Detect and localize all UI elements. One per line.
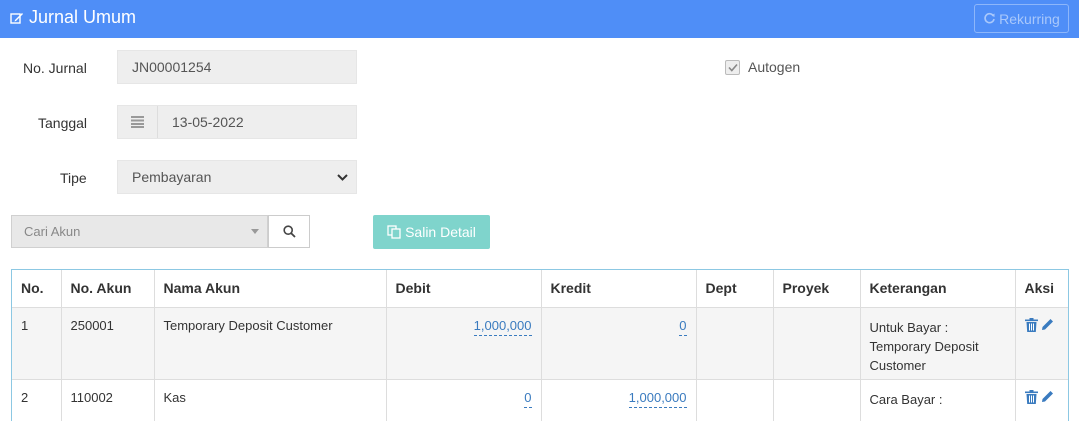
kredit-editable[interactable]: 0: [679, 318, 687, 336]
calendar-icon: [131, 116, 144, 128]
col-header-dept: Dept: [695, 270, 774, 308]
tipe-value: Pembayaran: [132, 169, 212, 185]
rekurring-label: Rekurring: [999, 10, 1060, 27]
cell-dept: [695, 306, 774, 380]
trash-icon[interactable]: [1024, 317, 1038, 332]
cell-nama-akun: Kas: [153, 378, 387, 421]
check-icon: [727, 63, 738, 72]
col-header-aksi: Aksi: [1014, 270, 1068, 308]
page-header: Jurnal Umum Rekurring: [0, 0, 1079, 38]
col-header-nama-akun: Nama Akun: [153, 270, 387, 308]
table-row: 2 110002 Kas 0 1,000,000 Cara Bayar :: [12, 378, 1068, 421]
cell-keterangan: Cara Bayar :: [859, 378, 1016, 421]
tanggal-value: 13-05-2022: [172, 114, 244, 130]
salin-detail-label: Salin Detail: [405, 224, 476, 240]
cell-aksi: [1014, 306, 1068, 380]
tanggal-label: Tanggal: [38, 115, 88, 131]
col-header-proyek: Proyek: [772, 270, 861, 308]
no-jurnal-value: JN00001254: [132, 59, 212, 75]
cell-keterangan: Untuk Bayar : Temporary Deposit Customer: [859, 306, 1016, 380]
cell-debit: 0: [385, 378, 542, 421]
rekurring-button[interactable]: Rekurring: [974, 4, 1069, 33]
col-header-debit: Debit: [385, 270, 542, 308]
cari-akun-select[interactable]: Cari Akun: [11, 215, 268, 248]
journal-table: No. No. Akun Nama Akun Debit Kredit Dept…: [11, 269, 1069, 421]
cell-dept: [695, 378, 774, 421]
cell-no-akun: 250001: [60, 306, 155, 380]
kredit-editable[interactable]: 1,000,000: [628, 390, 687, 408]
cell-no: 1: [12, 306, 62, 380]
debit-editable[interactable]: 0: [524, 390, 532, 408]
page-title: Jurnal Umum: [10, 7, 136, 28]
pencil-icon[interactable]: [1041, 390, 1054, 403]
pencil-icon[interactable]: [1041, 318, 1054, 331]
table-header-row: No. No. Akun Nama Akun Debit Kredit Dept…: [12, 270, 1068, 308]
cell-kredit: 0: [540, 306, 697, 380]
table-row: 1 250001 Temporary Deposit Customer 1,00…: [12, 306, 1068, 380]
autogen-checkbox-group[interactable]: Autogen: [725, 59, 800, 75]
autogen-label: Autogen: [748, 59, 801, 75]
cell-kredit: 1,000,000: [540, 378, 697, 421]
cell-proyek: [772, 378, 861, 421]
tipe-label: Tipe: [60, 170, 87, 186]
cell-aksi: [1014, 378, 1068, 421]
calendar-addon[interactable]: [118, 106, 158, 138]
cell-debit: 1,000,000: [385, 306, 542, 380]
col-header-kredit: Kredit: [540, 270, 697, 308]
salin-detail-button[interactable]: Salin Detail: [373, 215, 490, 249]
col-header-no: No.: [12, 270, 62, 308]
no-jurnal-label: No. Jurnal: [23, 60, 87, 76]
debit-editable[interactable]: 1,000,000: [473, 318, 532, 336]
col-header-keterangan: Keterangan: [859, 270, 1016, 308]
col-header-no-akun: No. Akun: [60, 270, 155, 308]
chevron-down-icon: [337, 173, 348, 181]
search-icon: [282, 225, 296, 238]
autogen-checkbox[interactable]: [725, 59, 740, 75]
tipe-select[interactable]: Pembayaran: [117, 160, 357, 194]
cari-akun-placeholder: Cari Akun: [24, 224, 81, 239]
copy-icon: [387, 225, 401, 239]
cell-no-akun: 110002: [60, 378, 155, 421]
tanggal-field[interactable]: 13-05-2022: [117, 105, 357, 139]
trash-icon[interactable]: [1024, 389, 1038, 404]
search-button[interactable]: [268, 215, 310, 248]
cell-nama-akun: Temporary Deposit Customer: [153, 306, 387, 380]
refresh-icon: [984, 12, 995, 24]
cell-proyek: [772, 306, 861, 380]
edit-icon: [10, 12, 23, 24]
cell-no: 2: [12, 378, 62, 421]
no-jurnal-field[interactable]: JN00001254: [117, 50, 357, 84]
page-title-text: Jurnal Umum: [29, 7, 137, 27]
caret-down-icon: [251, 229, 259, 234]
